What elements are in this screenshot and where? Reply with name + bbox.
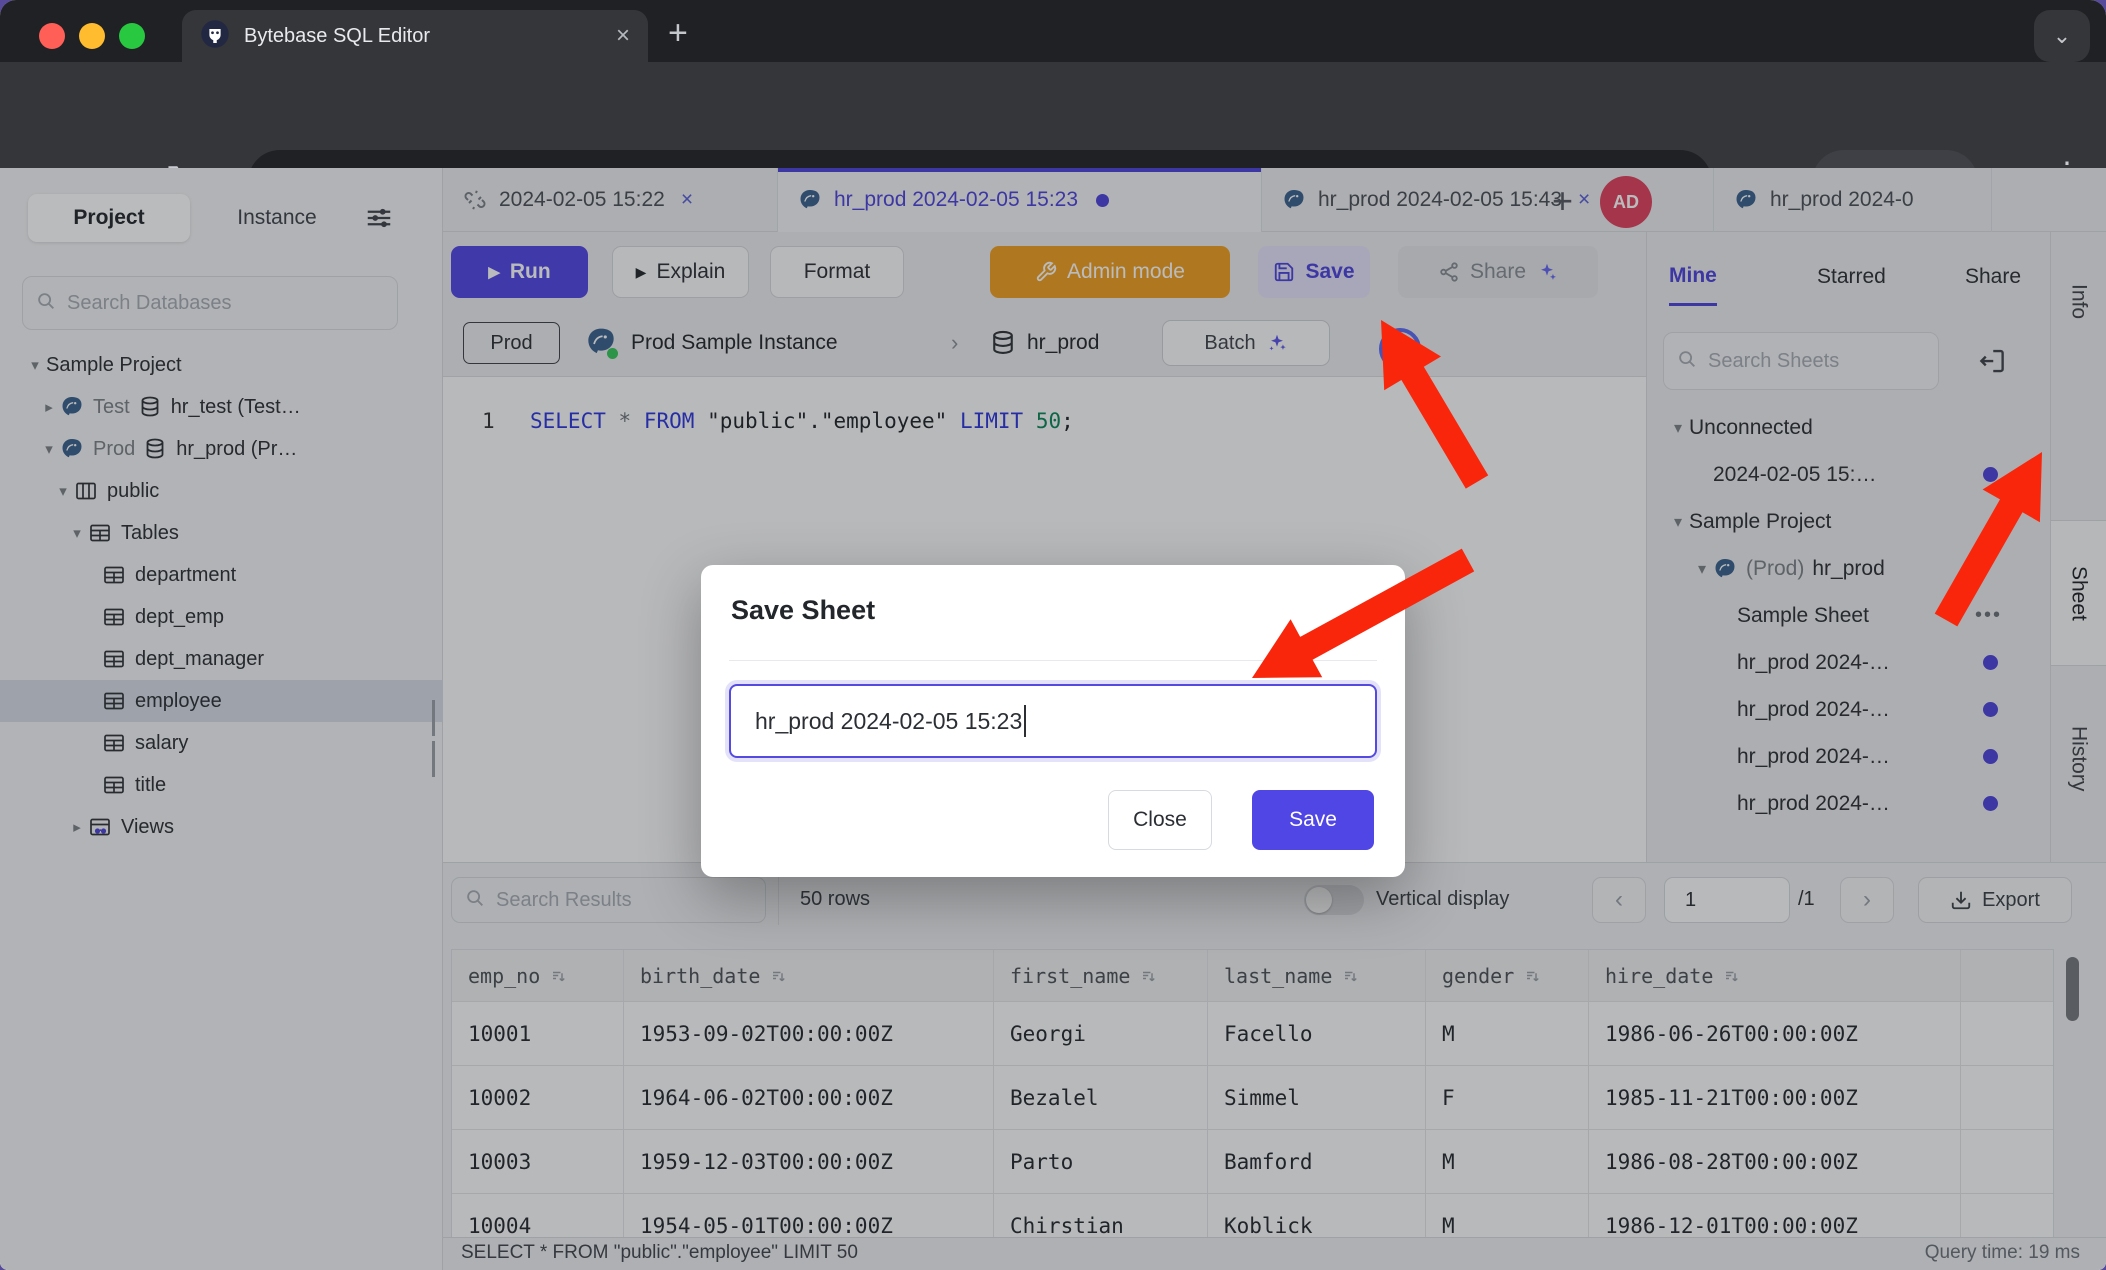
browser-tab[interactable]: Bytebase SQL Editor × — [182, 10, 648, 62]
sheet-name-input[interactable]: hr_prod 2024-02-05 15:23 — [729, 684, 1377, 758]
browser-tab-title: Bytebase SQL Editor — [244, 25, 602, 48]
save-sheet-dialog: Save Sheet × hr_prod 2024-02-05 15:23 Cl… — [701, 565, 1405, 877]
tab-search-button[interactable]: ⌄ — [2034, 10, 2090, 62]
browser-toolbar: ← → ↻ localhost:8080/sql-editor/prod-sam… — [0, 62, 2106, 168]
dialog-close-icon[interactable]: × — [1355, 597, 1371, 629]
maximize-window-button[interactable] — [119, 23, 145, 49]
dialog-title: Save Sheet — [731, 595, 875, 626]
text-caret — [1024, 705, 1026, 737]
bytebase-favicon — [200, 19, 230, 54]
new-tab-icon[interactable]: + — [668, 16, 688, 50]
browser-window: Bytebase SQL Editor × + ⌄ ← → ↻ localhos… — [0, 0, 2106, 1270]
minimize-window-button[interactable] — [79, 23, 105, 49]
browser-tabstrip: Bytebase SQL Editor × + ⌄ — [0, 0, 2106, 62]
close-window-button[interactable] — [39, 23, 65, 49]
dialog-close-button[interactable]: Close — [1108, 790, 1212, 850]
tab-close-icon[interactable]: × — [616, 22, 630, 50]
dialog-save-button[interactable]: Save — [1252, 790, 1374, 850]
